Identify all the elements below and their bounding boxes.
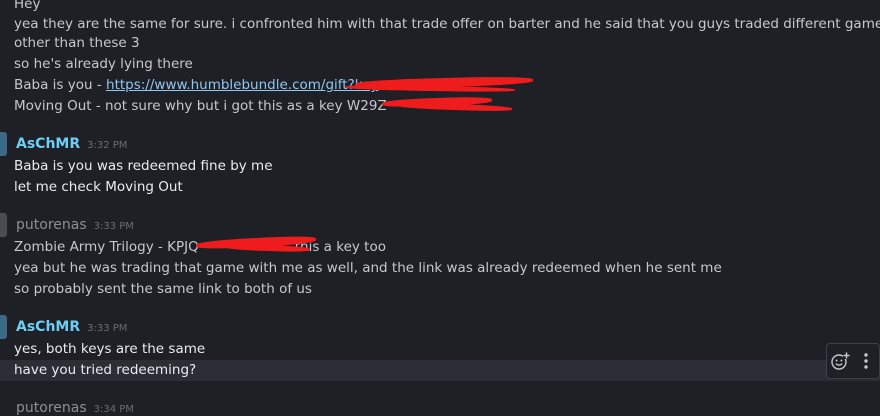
- add-reaction-button[interactable]: [829, 350, 851, 372]
- message-header: putorenas 3:34 PM: [16, 400, 134, 416]
- humblebundle-link[interactable]: https://www.humblebundle.com/gift?key: [106, 77, 378, 93]
- timestamp: 3:32 PM: [87, 140, 128, 151]
- redaction-mark: [395, 101, 513, 113]
- message-line: yea they are the same for sure. i confro…: [14, 16, 880, 32]
- avatar[interactable]: [0, 315, 7, 339]
- author-name[interactable]: putorenas: [16, 217, 87, 233]
- message-text: Baba is you -: [14, 77, 107, 93]
- message-toolbar: [826, 343, 880, 379]
- message-line: yes, both keys are the same: [14, 341, 206, 357]
- timestamp: 3:33 PM: [93, 221, 134, 232]
- message-line: let me check Moving Out: [14, 179, 183, 195]
- message-line: have you tried redeeming?: [14, 362, 197, 378]
- message-line: Baba is you was redeemed fine by me: [14, 158, 273, 174]
- add-reaction-icon: [831, 352, 850, 370]
- avatar[interactable]: [0, 213, 7, 237]
- more-options-button[interactable]: [855, 350, 877, 372]
- message-header: putorenas 3:33 PM: [16, 217, 134, 233]
- message-line: yea but he was trading that game with me…: [14, 260, 722, 276]
- message-line: Hey: [14, 0, 41, 12]
- more-vertical-icon: [864, 353, 868, 369]
- message-line: so probably sent the same link to both o…: [14, 281, 312, 297]
- author-name[interactable]: AsChMR: [16, 319, 80, 335]
- timestamp: 3:34 PM: [93, 404, 134, 415]
- message-line: so he's already lying there: [14, 56, 193, 72]
- message-header: AsChMR 3:32 PM: [16, 136, 127, 152]
- timestamp: 3:33 PM: [87, 323, 128, 334]
- message-line: Baba is you - https://www.humblebundle.c…: [14, 76, 378, 95]
- message-line: other than these 3: [14, 35, 140, 51]
- message-header: AsChMR 3:33 PM: [16, 319, 127, 335]
- message-text: Zombie Army Trilogy - KPJQ: [14, 239, 199, 255]
- author-name[interactable]: putorenas: [16, 400, 87, 416]
- author-name[interactable]: AsChMR: [16, 136, 80, 152]
- message-line: Moving Out - not sure why but i got this…: [14, 98, 387, 114]
- avatar[interactable]: [0, 132, 7, 156]
